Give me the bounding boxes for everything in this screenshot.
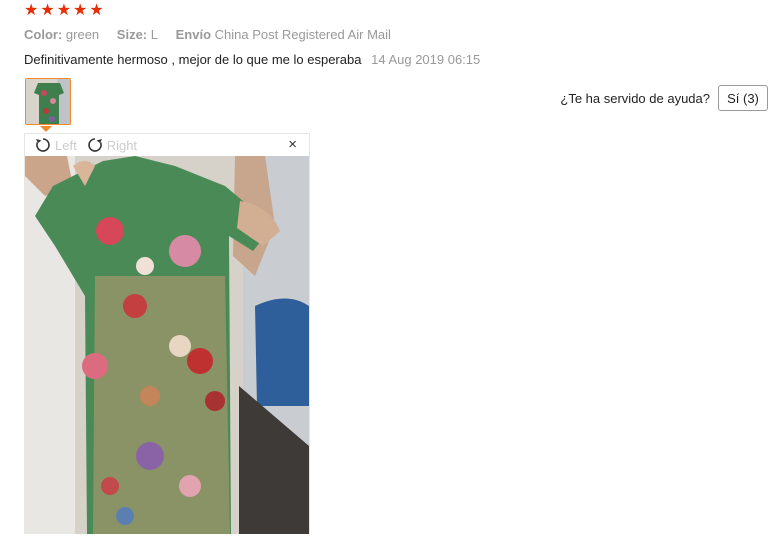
dress-photo-image (25, 156, 309, 534)
photo-viewer-toolbar: Left Right × (25, 134, 309, 156)
rotate-left-label: Left (55, 137, 77, 153)
star-icon: ★ (56, 2, 72, 19)
size-label: Size: (116, 27, 148, 42)
star-icon: ★ (73, 2, 88, 19)
star-icon: ★ (89, 2, 104, 19)
shipping-value: China Post Registered Air Mail (214, 27, 391, 42)
review-date: 14 Aug 2019 06:15 (371, 52, 481, 67)
helpful-yes-button[interactable]: Sí (3) (718, 85, 768, 111)
review-text-row: Definitivamente hermoso , mejor de lo qu… (24, 52, 480, 67)
shipping-label: Envío (175, 27, 212, 42)
color-value: green (65, 27, 100, 42)
star-icon: ★ (40, 2, 55, 19)
dress-thumbnail-image (26, 79, 70, 124)
rotate-right-button[interactable]: Right (87, 137, 137, 153)
thumbnail-selected-indicator (40, 126, 52, 132)
rotate-left-button[interactable]: Left (35, 137, 77, 153)
rating-stars: ★ ★ ★ ★ ★ (24, 3, 104, 19)
size-value: L (150, 27, 158, 42)
rotate-right-label: Right (106, 137, 138, 153)
rotate-left-icon (36, 138, 50, 152)
review-text: Definitivamente hermoso , mejor de lo qu… (24, 52, 362, 67)
color-label: Color: (24, 27, 63, 42)
review-photo-thumbnail[interactable] (25, 78, 71, 125)
close-icon[interactable]: × (288, 137, 297, 153)
helpful-question: ¿Te ha servido de ayuda? (560, 91, 710, 106)
rotate-right-icon (87, 138, 102, 152)
review-attributes: Color: green Size: L Envío China Post Re… (24, 27, 405, 42)
photo-viewer: Left Right × (24, 133, 310, 534)
review-photo-large (25, 156, 309, 534)
star-icon: ★ (24, 2, 39, 19)
